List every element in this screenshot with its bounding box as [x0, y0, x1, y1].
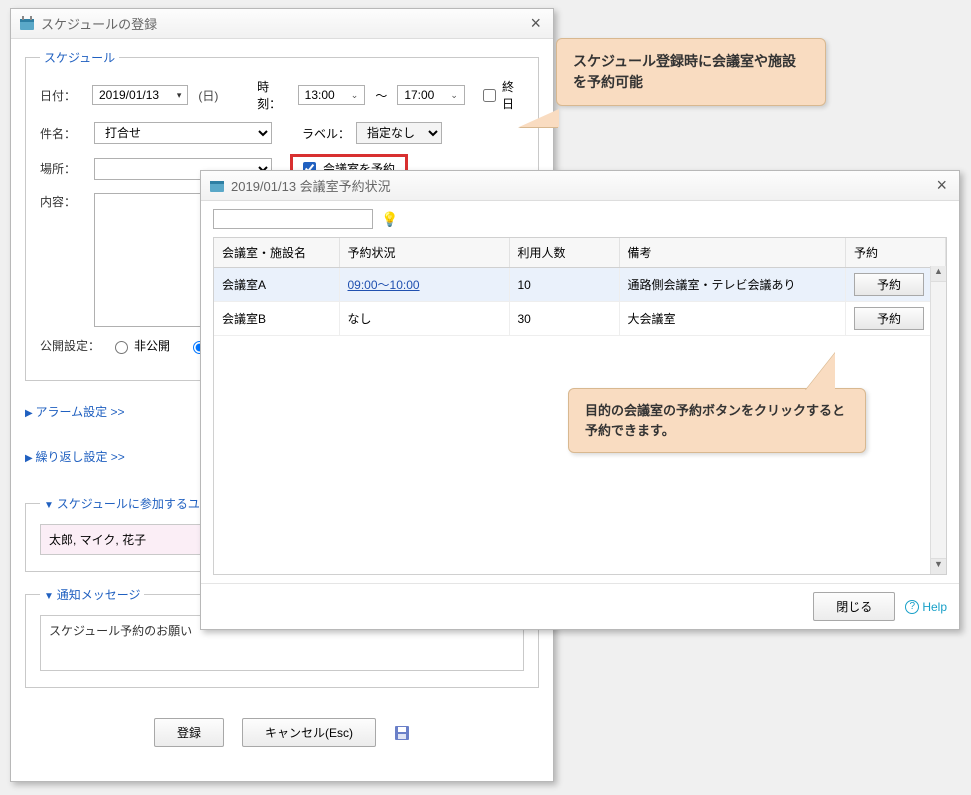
- timeslot-link[interactable]: 09:00～10:00: [348, 278, 420, 292]
- scroll-down-icon[interactable]: ▼: [931, 558, 946, 574]
- notify-legend[interactable]: 通知メッセージ: [40, 586, 144, 603]
- register-button[interactable]: 登録: [154, 718, 224, 747]
- allday-label: 終日: [502, 78, 524, 112]
- help-icon: ?: [905, 600, 919, 614]
- time-from-input[interactable]: 13:00 ⌄: [298, 85, 366, 105]
- window-title: 2019/01/13 会議室予約状況: [231, 176, 391, 195]
- place-label: 場所：: [40, 160, 88, 177]
- cell-name: 会議室B: [214, 302, 339, 336]
- table-row[interactable]: 会議室A 09:00～10:00 10通路側会議室・テレビ会議あり予約: [214, 268, 946, 302]
- calendar-icon: [19, 16, 35, 32]
- titlebar[interactable]: スケジュールの登録 ×: [11, 9, 553, 39]
- repeat-settings-link[interactable]: 繰り返し設定 >>: [25, 448, 125, 465]
- vertical-scrollbar[interactable]: ▲ ▼: [930, 266, 946, 574]
- close-icon[interactable]: ×: [932, 175, 951, 196]
- date-label: 日付：: [40, 87, 86, 104]
- col-status[interactable]: 予約状況: [339, 238, 509, 268]
- chevron-down-icon[interactable]: ⌄: [450, 90, 458, 101]
- help-link[interactable]: ? Help: [905, 600, 947, 614]
- close-button[interactable]: 閉じる: [813, 592, 895, 621]
- labelsel-label: ラベル：: [302, 125, 350, 142]
- cell-status: なし: [339, 302, 509, 336]
- col-name[interactable]: 会議室・施設名: [214, 238, 339, 268]
- visibility-label: 公開設定：: [40, 337, 104, 354]
- reserve-button[interactable]: 予約: [854, 273, 924, 296]
- calendar-icon: [209, 178, 225, 194]
- cell-capacity: 30: [509, 302, 619, 336]
- col-capacity[interactable]: 利用人数: [509, 238, 619, 268]
- date-value: 2019/01/13: [99, 88, 159, 102]
- reserve-button[interactable]: 予約: [854, 307, 924, 330]
- window-title: スケジュールの登録: [41, 14, 157, 33]
- save-icon[interactable]: [394, 725, 410, 741]
- callout-click-reserve: 目的の会議室の予約ボタンをクリックすると予約できます。: [568, 388, 866, 453]
- time-label: 時刻：: [257, 78, 292, 112]
- status-text: なし: [348, 312, 372, 326]
- weekday-text: (日): [198, 87, 218, 104]
- schedule-legend: スケジュール: [40, 49, 119, 66]
- tilde: ～: [375, 87, 387, 104]
- date-input[interactable]: 2019/01/13 ▾: [92, 85, 188, 105]
- titlebar[interactable]: 2019/01/13 会議室予約状況 ×: [201, 171, 959, 201]
- chevron-down-icon[interactable]: ⌄: [351, 90, 359, 101]
- help-label: Help: [922, 600, 947, 614]
- visibility-private[interactable]: 非公開: [110, 337, 170, 354]
- cell-status: 09:00～10:00: [339, 268, 509, 302]
- search-input[interactable]: [213, 209, 373, 229]
- time-to-input[interactable]: 17:00 ⌄: [397, 85, 465, 105]
- private-label: 非公開: [134, 337, 170, 354]
- scroll-up-icon[interactable]: ▲: [931, 266, 946, 282]
- cell-capacity: 10: [509, 268, 619, 302]
- label-select[interactable]: 指定なし: [356, 122, 442, 144]
- time-to-value: 17:00: [404, 88, 434, 102]
- cell-remark: 通路側会議室・テレビ会議あり: [619, 268, 846, 302]
- cell-name: 会議室A: [214, 268, 339, 302]
- allday-checkbox[interactable]: [483, 89, 496, 102]
- allday-checkbox-wrap[interactable]: 終日: [479, 78, 524, 112]
- time-from-value: 13:00: [305, 88, 335, 102]
- col-reserve[interactable]: 予約: [846, 238, 946, 268]
- cancel-button[interactable]: キャンセル(Esc): [242, 718, 376, 747]
- cell-remark: 大会議室: [619, 302, 846, 336]
- subject-select[interactable]: 打合せ: [94, 122, 272, 144]
- users-box[interactable]: 太郎, マイク, 花子: [40, 524, 220, 555]
- lightbulb-icon[interactable]: 💡: [381, 211, 398, 228]
- col-remark[interactable]: 備考: [619, 238, 846, 268]
- radio-private[interactable]: [115, 341, 128, 354]
- table-row[interactable]: 会議室B なし 30大会議室予約: [214, 302, 946, 336]
- alarm-settings-link[interactable]: アラーム設定 >>: [25, 403, 124, 420]
- reservation-table: 会議室・施設名 予約状況 利用人数 備考 予約 会議室A 09:00～10:00 1…: [214, 238, 946, 336]
- subject-label: 件名：: [40, 125, 88, 142]
- close-icon[interactable]: ×: [526, 13, 545, 34]
- dropdown-icon[interactable]: ▾: [177, 90, 182, 101]
- content-label: 内容：: [40, 193, 88, 210]
- callout-register-reserve: スケジュール登録時に会議室や施設を予約可能: [556, 38, 826, 106]
